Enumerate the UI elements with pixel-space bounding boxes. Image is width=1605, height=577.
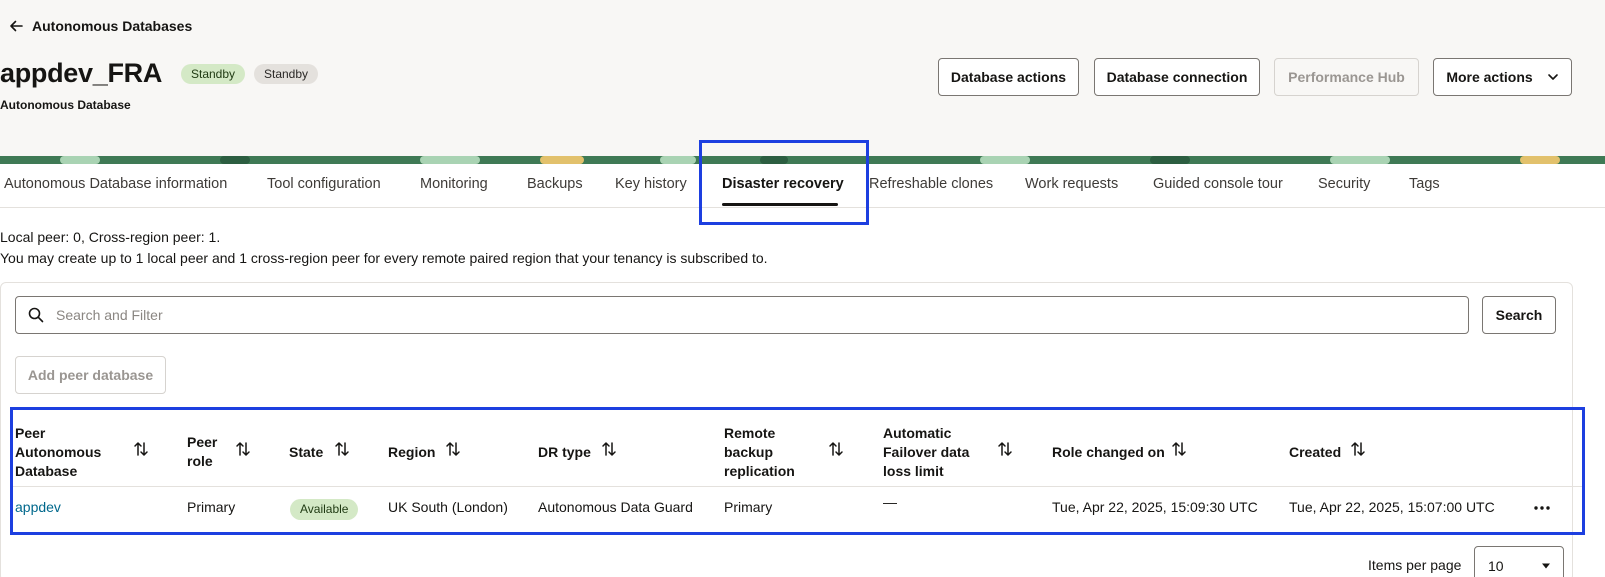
peer-limit-description: You may create up to 1 local peer and 1 … — [0, 250, 768, 266]
lifecycle-status-badge: Standby — [181, 64, 246, 84]
search-button[interactable]: Search — [1482, 296, 1556, 334]
page-title: appdev_FRA — [0, 58, 163, 88]
column-header-state[interactable]: State — [289, 422, 334, 482]
active-tab-indicator — [722, 203, 838, 206]
tab-work-requests[interactable]: Work requests — [1025, 176, 1118, 192]
page-subtitle: Autonomous Database — [0, 98, 131, 112]
tab-refreshable-clones[interactable]: Refreshable clones — [869, 176, 993, 192]
tab-bar: Autonomous Database information Tool con… — [0, 164, 1605, 208]
region-cell: UK South (London) — [388, 499, 508, 515]
performance-hub-button[interactable]: Performance Hub — [1274, 58, 1419, 96]
peer-database-link[interactable]: appdev — [15, 499, 61, 515]
column-header-remote-backup-replication[interactable]: Remote backup replication — [724, 422, 814, 482]
remote-backup-replication-cell: Primary — [724, 499, 773, 515]
more-actions-label: More actions — [1446, 69, 1533, 85]
arrow-left-icon — [10, 20, 23, 32]
row-actions-menu-icon[interactable] — [1532, 500, 1552, 516]
back-link-label: Autonomous Databases — [32, 18, 193, 34]
column-header-peer-role[interactable]: Peer role — [187, 422, 227, 482]
tab-autonomous-database-information[interactable]: Autonomous Database information — [4, 176, 227, 192]
sort-icon[interactable] — [600, 440, 618, 458]
sort-icon[interactable] — [234, 440, 252, 458]
tab-monitoring[interactable]: Monitoring — [420, 176, 488, 192]
sort-icon[interactable] — [996, 440, 1014, 458]
more-actions-button[interactable]: More actions — [1433, 58, 1572, 96]
role-changed-on-cell: Tue, Apr 22, 2025, 15:09:30 UTC — [1052, 499, 1258, 515]
back-to-autonomous-databases-link[interactable]: Autonomous Databases — [8, 18, 192, 34]
tab-guided-console-tour[interactable]: Guided console tour — [1153, 176, 1283, 192]
decorative-banner — [0, 156, 1605, 164]
search-field[interactable] — [15, 296, 1469, 334]
tab-key-history[interactable]: Key history — [615, 176, 687, 192]
column-header-dr-type[interactable]: DR type — [538, 422, 604, 482]
chevron-down-icon — [1547, 74, 1558, 80]
database-actions-button[interactable]: Database actions — [938, 58, 1079, 96]
role-badge: Standby — [254, 64, 319, 84]
items-per-page-value: 10 — [1488, 558, 1504, 574]
state-badge: Available — [290, 499, 359, 520]
tab-disaster-recovery[interactable]: Disaster recovery — [722, 176, 844, 192]
column-header-peer-database[interactable]: Peer Autonomous Database — [15, 422, 115, 482]
dr-type-cell: Autonomous Data Guard — [538, 499, 693, 515]
sort-icon[interactable] — [1349, 440, 1367, 458]
items-per-page-label: Items per page — [1368, 557, 1462, 573]
search-input[interactable] — [56, 307, 1436, 323]
search-icon — [28, 307, 44, 323]
database-connection-button[interactable]: Database connection — [1094, 58, 1260, 96]
created-cell: Tue, Apr 22, 2025, 15:07:00 UTC — [1289, 499, 1495, 515]
sort-icon[interactable] — [827, 440, 845, 458]
table-header-divider — [12, 486, 1585, 487]
peer-count-text: Local peer: 0, Cross-region peer: 1. — [0, 229, 221, 245]
sort-icon[interactable] — [333, 440, 351, 458]
sort-icon[interactable] — [1170, 440, 1188, 458]
tab-tool-configuration[interactable]: Tool configuration — [267, 176, 381, 192]
items-per-page-select[interactable]: 10 — [1474, 546, 1564, 577]
add-peer-database-button[interactable]: Add peer database — [15, 356, 166, 394]
sort-icon[interactable] — [444, 440, 462, 458]
tab-security[interactable]: Security — [1318, 176, 1370, 192]
column-header-region[interactable]: Region — [388, 422, 448, 482]
column-header-role-changed-on[interactable]: Role changed on — [1052, 422, 1182, 482]
tab-tags[interactable]: Tags — [1409, 176, 1440, 192]
caret-down-icon — [1542, 563, 1550, 569]
page-header: Autonomous Databases appdev_FRA Standby … — [0, 0, 1605, 156]
peer-role-cell: Primary — [187, 499, 236, 515]
failover-data-loss-limit-cell: — — [883, 494, 897, 510]
column-header-failover-data-loss-limit[interactable]: Automatic Failover data loss limit — [883, 422, 983, 482]
sort-icon[interactable] — [132, 440, 150, 458]
tab-backups[interactable]: Backups — [527, 176, 583, 192]
